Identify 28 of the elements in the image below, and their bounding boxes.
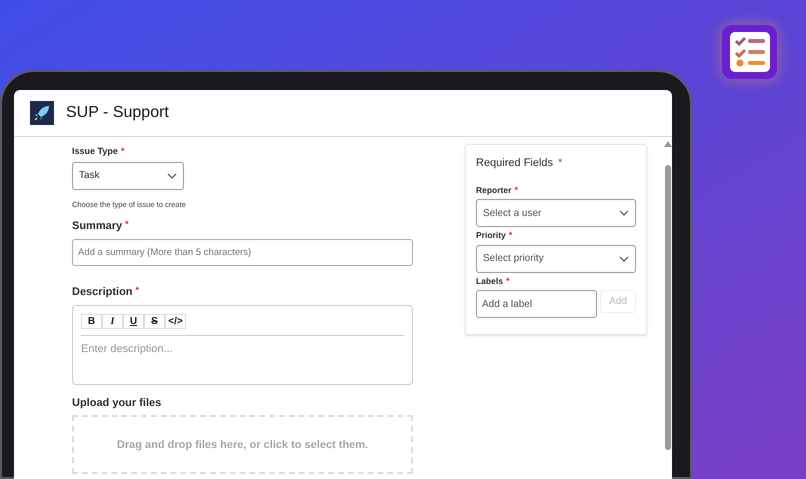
card-title: Required Fields [476, 156, 554, 171]
field-label: Labels [476, 274, 503, 288]
select-dropdown[interactable]: Select a user [476, 199, 636, 227]
field-label: Reporter [476, 184, 512, 196]
label-input[interactable]: Add a label [476, 290, 597, 318]
required-mark: * [508, 229, 512, 242]
description-editor[interactable]: B I U S </> Enter description... [72, 304, 413, 385]
required-mark: * [136, 284, 140, 298]
field-label: Issue Type [72, 145, 118, 158]
select-dropdown[interactable]: Select priority [476, 244, 636, 272]
format-button[interactable]: S [144, 314, 165, 329]
required-mark: * [120, 145, 124, 158]
format-button[interactable]: U [123, 314, 144, 329]
field-label: Upload your files [72, 396, 162, 411]
field-label: Summary [72, 218, 122, 234]
placeholder-text: Enter description... [81, 342, 174, 357]
format-button[interactable]: B [81, 314, 102, 329]
format-button[interactable]: I [102, 314, 123, 329]
required-mark: * [125, 218, 129, 231]
field-label: Priority [476, 229, 506, 242]
format-button[interactable]: </> [165, 314, 186, 329]
issue-type-select[interactable]: Task [72, 162, 184, 190]
required-mark: * [514, 184, 518, 196]
project-title: SUP - Support [66, 103, 169, 123]
required-mark: * [558, 156, 562, 171]
field-label: Description [72, 285, 133, 300]
required-mark: * [506, 274, 510, 288]
summary-input[interactable]: Add a summary (More than 5 characters) [72, 239, 413, 266]
